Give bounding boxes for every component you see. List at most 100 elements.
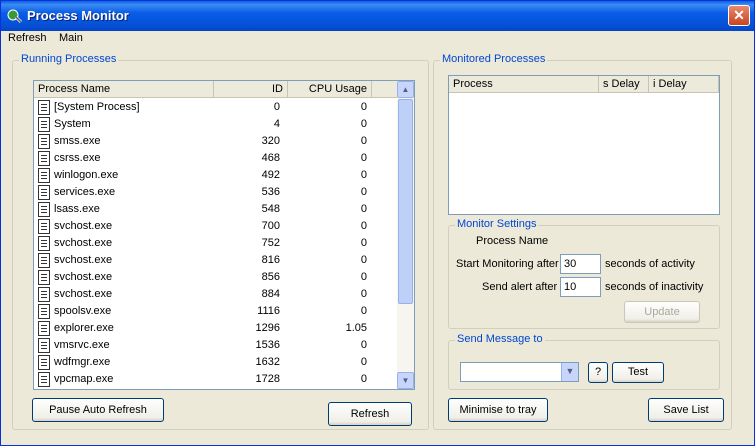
- document-icon: [38, 338, 50, 353]
- menu-main[interactable]: Main: [59, 32, 83, 44]
- monitored-processes-list[interactable]: Process s Delay i Delay: [448, 75, 720, 215]
- process-id-cell: 4: [273, 118, 280, 130]
- start-suffix-label: seconds of activity: [605, 258, 695, 270]
- test-button[interactable]: Test: [612, 362, 664, 383]
- process-name-cell: services.exe: [54, 186, 116, 198]
- window-title: Process Monitor: [27, 8, 129, 23]
- process-name-label: Process Name: [476, 235, 549, 247]
- app-window: Process Monitor ✕ Refresh Main Running P…: [0, 0, 755, 446]
- chevron-down-icon[interactable]: ▼: [561, 363, 578, 381]
- alert-suffix-label: seconds of inactivity: [605, 281, 704, 293]
- table-row[interactable]: System 4 0: [34, 116, 396, 133]
- table-row[interactable]: svchost.exe 700 0: [34, 218, 396, 235]
- minimise-to-tray-button[interactable]: Minimise to tray: [448, 398, 548, 422]
- process-name-cell: winlogon.exe: [54, 169, 119, 181]
- update-button[interactable]: Update: [624, 301, 700, 323]
- cpu-usage-cell: 1.05: [345, 322, 367, 334]
- refresh-button[interactable]: Refresh: [328, 402, 412, 426]
- process-id-cell: 856: [261, 271, 280, 283]
- cpu-usage-cell: 0: [360, 356, 367, 368]
- document-icon: [38, 287, 50, 302]
- send-alert-label: Send alert after: [482, 281, 558, 293]
- pause-auto-refresh-button[interactable]: Pause Auto Refresh: [32, 398, 164, 422]
- document-icon: [38, 372, 50, 387]
- process-name-cell: svchost.exe: [54, 254, 113, 266]
- table-row[interactable]: explorer.exe 1296 1.05: [34, 320, 396, 337]
- scroll-down-icon[interactable]: ▼: [397, 372, 414, 389]
- process-name-cell: vpcmap.exe: [54, 373, 114, 385]
- process-id-cell: 0: [273, 101, 280, 113]
- process-id-cell: 1536: [255, 339, 280, 351]
- send-message-select[interactable]: ▼: [460, 362, 579, 382]
- document-icon: [38, 219, 50, 234]
- title-bar[interactable]: Process Monitor ✕: [1, 1, 754, 31]
- column-cpu-usage[interactable]: CPU Usage: [288, 81, 372, 98]
- table-row[interactable]: winlogon.exe 492 0: [34, 167, 396, 184]
- table-row[interactable]: svchost.exe 752 0: [34, 235, 396, 252]
- column-id[interactable]: ID: [214, 81, 288, 98]
- cpu-usage-cell: 0: [360, 254, 367, 266]
- cpu-usage-cell: 0: [360, 237, 367, 249]
- cpu-usage-cell: 0: [360, 339, 367, 351]
- process-id-cell: 816: [261, 254, 280, 266]
- process-name-cell: svchost.exe: [54, 220, 113, 232]
- save-list-button[interactable]: Save List: [648, 398, 724, 422]
- column-process-name[interactable]: Process Name: [34, 81, 214, 98]
- document-icon: [38, 270, 50, 285]
- process-id-cell: 320: [261, 135, 280, 147]
- document-icon: [38, 236, 50, 251]
- cpu-usage-cell: 0: [360, 169, 367, 181]
- cpu-usage-cell: 0: [360, 152, 367, 164]
- table-row[interactable]: services.exe 536 0: [34, 184, 396, 201]
- cpu-usage-cell: 0: [360, 118, 367, 130]
- column-i-delay[interactable]: i Delay: [649, 76, 719, 93]
- process-id-cell: 700: [261, 220, 280, 232]
- document-icon: [38, 134, 50, 149]
- menu-bar: Refresh Main: [1, 31, 754, 48]
- process-monitor-icon: [7, 9, 23, 24]
- process-name-cell: svchost.exe: [54, 237, 113, 249]
- running-processes-list[interactable]: Process Name ID CPU Usage [System Proces…: [33, 80, 415, 390]
- vertical-scrollbar[interactable]: ▲ ▼: [397, 81, 414, 389]
- document-icon: [38, 253, 50, 268]
- start-monitoring-input[interactable]: [560, 254, 601, 274]
- document-icon: [38, 151, 50, 166]
- scroll-thumb[interactable]: [398, 99, 413, 304]
- table-row[interactable]: lsass.exe 548 0: [34, 201, 396, 218]
- document-icon: [38, 304, 50, 319]
- document-icon: [38, 100, 50, 115]
- table-row[interactable]: smss.exe 320 0: [34, 133, 396, 150]
- menu-refresh[interactable]: Refresh: [8, 32, 47, 44]
- list-header: Process Name ID CPU Usage: [34, 81, 398, 98]
- send-alert-input[interactable]: [560, 277, 601, 297]
- table-row[interactable]: svchost.exe 856 0: [34, 269, 396, 286]
- close-icon: ✕: [733, 7, 745, 23]
- table-row[interactable]: vmsrvc.exe 1536 0: [34, 337, 396, 354]
- cpu-usage-cell: 0: [360, 101, 367, 113]
- send-message-label: Send Message to: [455, 333, 545, 345]
- column-s-delay[interactable]: s Delay: [599, 76, 649, 93]
- help-button[interactable]: ?: [588, 362, 608, 383]
- column-process[interactable]: Process: [449, 76, 599, 93]
- process-id-cell: 468: [261, 152, 280, 164]
- process-name-cell: vmsrvc.exe: [54, 339, 110, 351]
- table-row[interactable]: svchost.exe 816 0: [34, 252, 396, 269]
- document-icon: [38, 321, 50, 336]
- table-row[interactable]: spoolsv.exe 1116 0: [34, 303, 396, 320]
- process-name-cell: wdfmgr.exe: [54, 356, 111, 368]
- table-row[interactable]: vpcmap.exe 1728 0: [34, 371, 396, 388]
- table-row[interactable]: [System Process] 0 0: [34, 99, 396, 116]
- scroll-up-icon[interactable]: ▲: [397, 81, 414, 98]
- cpu-usage-cell: 0: [360, 186, 367, 198]
- table-row[interactable]: csrss.exe 468 0: [34, 150, 396, 167]
- monitor-settings-label: Monitor Settings: [455, 218, 539, 230]
- table-row[interactable]: wdfmgr.exe 1632 0: [34, 354, 396, 371]
- process-id-cell: 1632: [255, 356, 280, 368]
- close-button[interactable]: ✕: [728, 5, 750, 26]
- running-processes-label: Running Processes: [19, 53, 119, 65]
- cpu-usage-cell: 0: [360, 135, 367, 147]
- document-icon: [38, 168, 50, 183]
- document-icon: [38, 355, 50, 370]
- process-name-cell: [System Process]: [54, 101, 140, 113]
- table-row[interactable]: svchost.exe 884 0: [34, 286, 396, 303]
